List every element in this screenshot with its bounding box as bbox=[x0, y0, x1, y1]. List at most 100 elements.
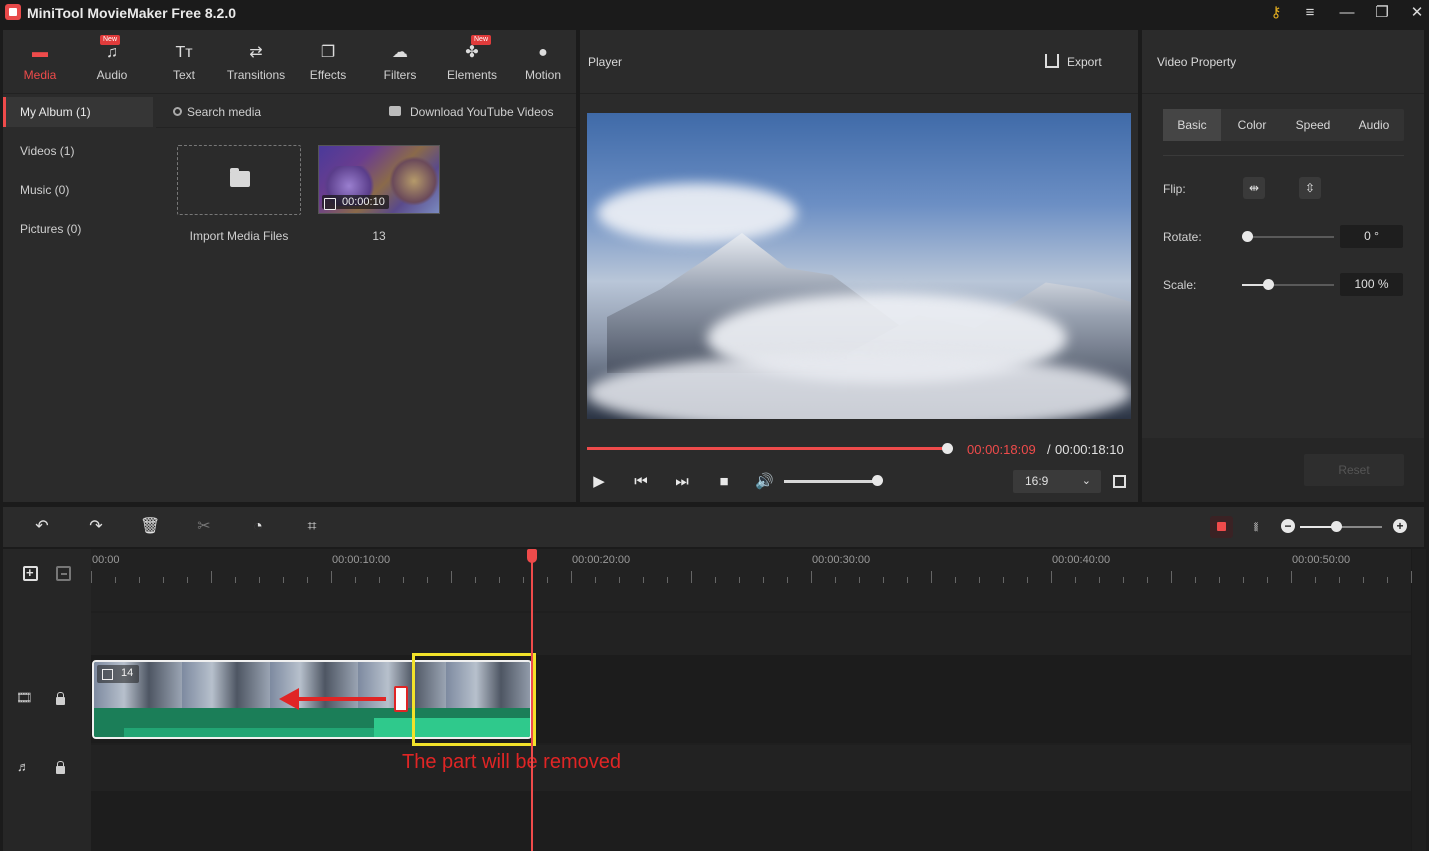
preview-cloud bbox=[597, 183, 797, 243]
playback-progress-handle[interactable] bbox=[942, 443, 953, 454]
volume-icon[interactable]: 🔊 bbox=[755, 473, 774, 491]
speed-icon[interactable]: ◔ bbox=[248, 517, 268, 537]
playback-progress-bar[interactable] bbox=[587, 447, 947, 450]
divider bbox=[1163, 155, 1404, 156]
volume-slider[interactable] bbox=[784, 480, 878, 483]
tab-audio-property[interactable]: Audio bbox=[1345, 109, 1403, 141]
effects-icon: ❐ bbox=[320, 44, 336, 61]
import-media-button[interactable] bbox=[177, 145, 301, 215]
timeline-scrollbar[interactable] bbox=[1412, 549, 1426, 851]
clip-name: 13 bbox=[372, 229, 386, 243]
ruler-minor-tick bbox=[619, 577, 620, 583]
redo-icon[interactable]: ↷ bbox=[86, 517, 106, 537]
tab-basic[interactable]: Basic bbox=[1163, 109, 1221, 141]
scale-label: Scale: bbox=[1163, 278, 1197, 292]
rotate-slider[interactable] bbox=[1242, 236, 1334, 238]
add-track-icon[interactable] bbox=[23, 565, 38, 581]
ruler-major-tick bbox=[1051, 571, 1052, 583]
fit-timeline-icon[interactable]: ⧛ bbox=[1246, 517, 1266, 537]
menu-icon[interactable]: ≡ bbox=[1299, 3, 1321, 23]
time-separator: / bbox=[1047, 442, 1051, 457]
sidebar-item-videos[interactable]: Videos (1) bbox=[3, 136, 153, 166]
tab-elements[interactable]: New ✤ Elements bbox=[437, 30, 507, 94]
rotate-slider-handle[interactable] bbox=[1242, 231, 1253, 242]
zoom-in-icon[interactable]: + bbox=[1393, 519, 1407, 533]
previous-frame-icon[interactable]: ⏮ bbox=[632, 473, 650, 491]
lock-icon[interactable] bbox=[56, 761, 65, 774]
maximize-icon[interactable]: ❐ bbox=[1371, 3, 1393, 23]
ruler-minor-tick bbox=[427, 577, 428, 583]
minimize-icon[interactable]: — bbox=[1336, 3, 1358, 23]
ruler-major-tick bbox=[691, 571, 692, 583]
tab-text[interactable]: Tт Text bbox=[149, 30, 219, 94]
ruler-minor-tick bbox=[955, 577, 956, 583]
ruler-minor-tick bbox=[163, 577, 164, 583]
sidebar-item-my-album[interactable]: My Album (1) bbox=[3, 97, 153, 127]
ruler-minor-tick bbox=[883, 577, 884, 583]
playhead[interactable] bbox=[531, 555, 533, 851]
tab-label: Audio bbox=[96, 68, 128, 82]
scale-value[interactable]: 100 % bbox=[1340, 273, 1403, 296]
snap-icon[interactable] bbox=[1210, 516, 1233, 538]
text-icon: Tт bbox=[175, 44, 193, 61]
tab-motion[interactable]: ● Motion bbox=[509, 30, 577, 94]
tab-label: Effects bbox=[309, 68, 347, 82]
zoom-slider-handle[interactable] bbox=[1331, 521, 1342, 532]
property-footer: Reset bbox=[1142, 438, 1424, 502]
stop-icon[interactable]: ■ bbox=[715, 473, 733, 491]
tab-filters[interactable]: ☁ Filters bbox=[365, 30, 435, 94]
undo-icon[interactable]: ↶ bbox=[32, 517, 52, 537]
property-tabs: Basic Color Speed Audio bbox=[1163, 109, 1404, 141]
scale-slider-handle[interactable] bbox=[1263, 279, 1274, 290]
key-icon[interactable]: ⚷ bbox=[1265, 3, 1287, 23]
ruler-minor-tick bbox=[1075, 577, 1076, 583]
tab-media[interactable]: ▬ Media bbox=[5, 30, 75, 94]
next-frame-icon[interactable]: ⏭ bbox=[673, 473, 691, 491]
scale-slider[interactable] bbox=[1242, 284, 1334, 286]
export-button[interactable]: Export bbox=[1067, 55, 1102, 69]
property-panel: Video Property Basic Color Speed Audio F… bbox=[1142, 30, 1424, 502]
tab-audio[interactable]: New ♫ Audio bbox=[77, 30, 147, 94]
aspect-ratio-select[interactable]: 16:9 ⌄ bbox=[1013, 470, 1101, 493]
timeline-ruler[interactable]: 00:00 00:00:10:00 00:00:20:00 00:00:30:00 00… bbox=[91, 549, 1412, 611]
flip-horizontal-icon[interactable]: ⇹ bbox=[1243, 177, 1265, 199]
sidebar-item-pictures[interactable]: Pictures (0) bbox=[3, 214, 153, 244]
play-icon[interactable]: ▶ bbox=[590, 473, 608, 491]
search-input[interactable]: Search media bbox=[187, 105, 261, 119]
reset-button[interactable]: Reset bbox=[1304, 454, 1404, 486]
zoom-out-icon[interactable]: − bbox=[1281, 519, 1295, 533]
ruler-minor-tick bbox=[475, 577, 476, 583]
ruler-minor-tick bbox=[307, 577, 308, 583]
rotate-value[interactable]: 0 ° bbox=[1340, 225, 1403, 248]
ruler-minor-tick bbox=[763, 577, 764, 583]
ruler-label: 00:00:20:00 bbox=[572, 554, 631, 566]
flip-vertical-icon[interactable]: ⇳ bbox=[1299, 177, 1321, 199]
crop-icon[interactable]: ⌗ bbox=[302, 517, 322, 537]
media-clip-thumbnail[interactable]: 00:00:10 bbox=[318, 145, 440, 214]
lock-icon[interactable] bbox=[56, 692, 65, 705]
fullscreen-icon[interactable] bbox=[1113, 475, 1126, 488]
ruler-major-tick bbox=[1171, 571, 1172, 583]
split-icon[interactable]: ✂ bbox=[194, 517, 214, 537]
tab-speed[interactable]: Speed bbox=[1283, 109, 1343, 141]
close-icon[interactable]: ✕ bbox=[1406, 3, 1428, 23]
tab-transitions[interactable]: ⇄ Transitions bbox=[221, 30, 291, 94]
sidebar-item-music[interactable]: Music (0) bbox=[3, 175, 153, 205]
ruler-minor-tick bbox=[979, 577, 980, 583]
tab-color[interactable]: Color bbox=[1223, 109, 1281, 141]
volume-slider-handle[interactable] bbox=[872, 475, 883, 486]
annotation-arrow bbox=[296, 697, 386, 701]
new-badge: New bbox=[471, 35, 492, 45]
music-track[interactable] bbox=[91, 745, 1411, 791]
download-youtube-button[interactable]: Download YouTube Videos bbox=[410, 105, 553, 119]
delete-icon[interactable]: 🗑 bbox=[140, 517, 160, 537]
timeline[interactable]: 00:00 00:00:10:00 00:00:20:00 00:00:30:00 00… bbox=[91, 549, 1412, 851]
waveform-segment bbox=[124, 728, 374, 737]
ruler-minor-tick bbox=[1363, 577, 1364, 583]
ruler-minor-tick bbox=[715, 577, 716, 583]
video-track-icon: 🎞 bbox=[16, 690, 33, 705]
ruler-minor-tick bbox=[1387, 577, 1388, 583]
export-icon[interactable] bbox=[1045, 54, 1059, 68]
tab-effects[interactable]: ❐ Effects bbox=[293, 30, 363, 94]
remove-track-icon[interactable] bbox=[56, 566, 71, 581]
